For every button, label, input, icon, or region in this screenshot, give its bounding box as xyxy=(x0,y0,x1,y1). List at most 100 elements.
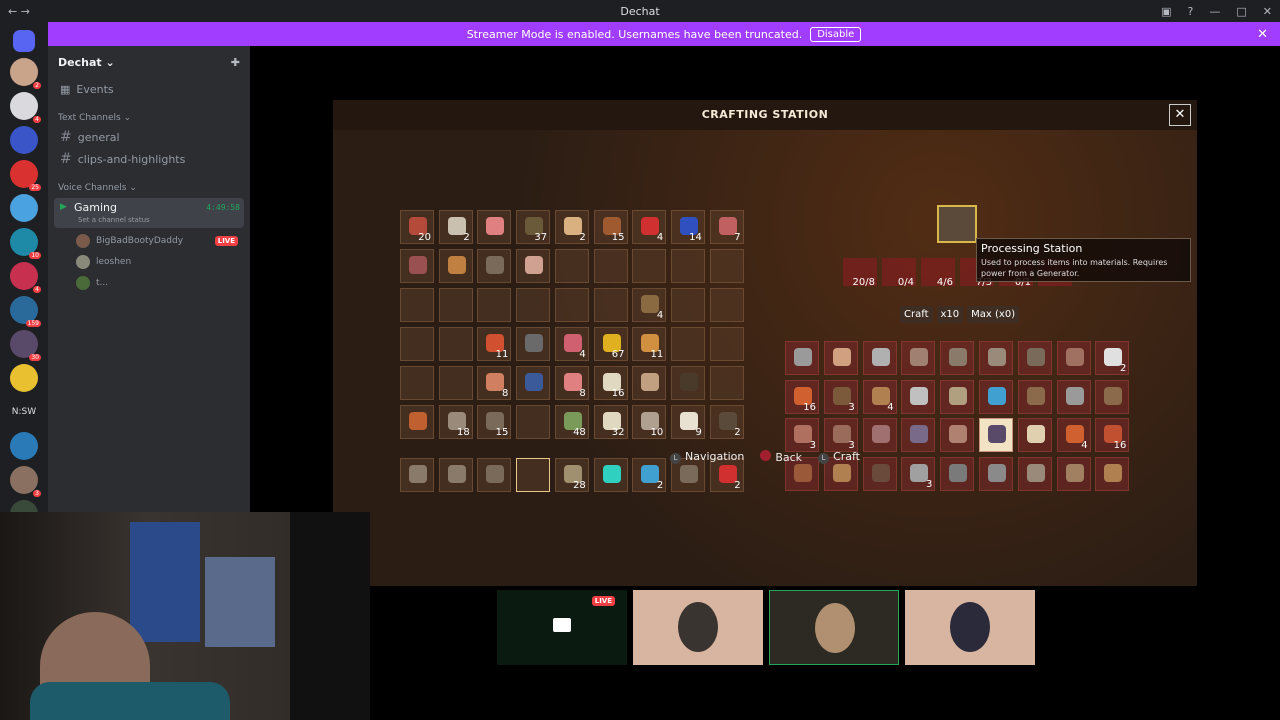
recipe-slot[interactable] xyxy=(1017,379,1052,414)
inventory-slot[interactable] xyxy=(438,249,473,283)
recipe-slot[interactable] xyxy=(823,341,858,375)
recipe-slot[interactable] xyxy=(1017,418,1052,452)
disable-streamer-button[interactable]: Disable xyxy=(810,26,862,42)
inventory-slot[interactable] xyxy=(438,366,473,400)
recipe-slot[interactable] xyxy=(1095,379,1130,414)
craft-max-button[interactable]: Max (x0) xyxy=(967,306,1020,323)
server-icon[interactable]: 2 xyxy=(10,58,41,89)
recipe-slot[interactable] xyxy=(940,379,975,414)
inventory-slot[interactable]: 10 xyxy=(632,405,667,439)
inventory-slot[interactable] xyxy=(477,249,512,283)
channel-clips-and-highlights[interactable]: # clips-and-highlights xyxy=(48,148,250,170)
recipe-slot[interactable]: 2 xyxy=(1095,341,1130,375)
category-voice-channels[interactable]: Voice Channels ⌄ xyxy=(48,180,250,196)
server-icon[interactable] xyxy=(10,432,38,460)
inventory-slot[interactable] xyxy=(516,327,551,361)
recipe-slot-highlighted[interactable] xyxy=(979,418,1013,452)
server-icon-text[interactable]: N:SW xyxy=(10,398,38,426)
inbox-icon[interactable]: ▣ xyxy=(1161,5,1171,18)
close-icon[interactable]: ✕ xyxy=(1169,104,1191,126)
recipe-slot[interactable] xyxy=(901,341,936,375)
inventory-slot[interactable]: 48 xyxy=(554,405,589,439)
inventory-slot[interactable] xyxy=(400,327,434,361)
inventory-slot[interactable]: 9 xyxy=(670,405,705,439)
recipe-slot[interactable] xyxy=(979,379,1013,414)
voice-member[interactable]: t... xyxy=(48,272,250,293)
inventory-slot[interactable] xyxy=(400,366,434,400)
inventory-slot[interactable] xyxy=(438,288,473,322)
craft-x10-button[interactable]: x10 xyxy=(936,306,964,323)
inventory-slot[interactable] xyxy=(632,249,667,283)
inventory-slot[interactable] xyxy=(632,366,667,400)
recipe-slot[interactable] xyxy=(1056,379,1091,414)
server-icon[interactable]: 4 xyxy=(10,92,41,123)
inventory-slot[interactable] xyxy=(477,210,512,244)
inventory-slot[interactable] xyxy=(709,327,744,361)
server-icon[interactable]: 3 xyxy=(10,466,41,497)
inventory-slot[interactable] xyxy=(670,249,705,283)
server-icon[interactable]: 159 xyxy=(10,296,41,327)
events-item[interactable]: ▦ Events xyxy=(48,78,250,100)
inventory-slot[interactable] xyxy=(670,366,705,400)
server-icon[interactable]: 10 xyxy=(10,228,41,259)
inventory-slot[interactable] xyxy=(516,249,551,283)
inventory-slot[interactable] xyxy=(477,288,512,322)
inventory-slot[interactable] xyxy=(438,327,473,361)
inventory-slot[interactable]: 14 xyxy=(670,210,705,244)
inventory-slot[interactable] xyxy=(516,366,551,400)
inventory-slot[interactable] xyxy=(670,327,705,361)
banner-close-icon[interactable]: ✕ xyxy=(1257,27,1268,42)
recipe-slot[interactable]: 4 xyxy=(1056,418,1091,452)
inventory-slot[interactable] xyxy=(554,288,589,322)
recipe-slot[interactable] xyxy=(1056,341,1091,375)
inventory-slot[interactable]: 11 xyxy=(477,327,512,361)
recipe-slot[interactable] xyxy=(979,341,1013,375)
inventory-slot[interactable] xyxy=(670,288,705,322)
recipe-slot[interactable] xyxy=(901,418,936,452)
recipe-slot[interactable] xyxy=(940,341,975,375)
recipe-slot[interactable] xyxy=(862,341,897,375)
inventory-slot[interactable]: 15 xyxy=(593,210,628,244)
inventory-slot[interactable] xyxy=(400,288,434,322)
craft-button[interactable]: Craft xyxy=(900,306,933,323)
participant-tile[interactable] xyxy=(633,590,763,665)
maximize-icon[interactable]: □ xyxy=(1236,5,1246,18)
home-icon[interactable] xyxy=(13,30,35,52)
server-icon[interactable] xyxy=(10,364,38,392)
channel-general[interactable]: # general xyxy=(48,126,250,148)
inventory-slot[interactable] xyxy=(593,249,628,283)
server-header[interactable]: Dechat ⌄ ✚ xyxy=(48,46,250,78)
server-icon[interactable] xyxy=(10,194,38,222)
inventory-slot[interactable] xyxy=(593,288,628,322)
participant-tile-speaking[interactable] xyxy=(769,590,899,665)
recipe-slot[interactable]: 16 xyxy=(785,379,819,414)
inventory-slot[interactable]: 67 xyxy=(593,327,628,361)
minimize-icon[interactable]: — xyxy=(1209,5,1220,18)
inventory-slot[interactable] xyxy=(709,249,744,283)
game-stream[interactable]: CRAFTING STATION ✕ 20 2 37 2 15 4 14 7 4 11 4 67 11 8… xyxy=(333,100,1197,586)
inventory-slot[interactable]: 15 xyxy=(477,405,512,439)
recipe-slot[interactable]: 4 xyxy=(862,379,897,414)
inventory-slot[interactable] xyxy=(554,249,589,283)
invite-user-icon[interactable]: ✚ xyxy=(231,56,240,69)
inventory-slot[interactable]: 2 xyxy=(709,405,744,439)
inventory-slot[interactable]: 4 xyxy=(554,327,589,361)
inventory-slot[interactable]: 8 xyxy=(477,366,512,400)
inventory-slot[interactable] xyxy=(709,366,744,400)
inventory-slot[interactable] xyxy=(516,288,551,322)
recipe-slot[interactable]: 3 xyxy=(823,379,858,414)
inventory-slot[interactable]: 8 xyxy=(554,366,589,400)
server-icon[interactable]: 30 xyxy=(10,330,41,361)
inventory-slot[interactable]: 11 xyxy=(632,327,667,361)
inventory-slot[interactable]: 2 xyxy=(438,210,473,244)
recipe-slot[interactable]: 3 xyxy=(785,418,819,452)
server-icon[interactable]: 25 xyxy=(10,160,41,191)
recipe-slot[interactable]: 16 xyxy=(1095,418,1130,452)
server-icon[interactable] xyxy=(10,126,38,154)
inventory-slot[interactable] xyxy=(709,288,744,322)
inventory-slot[interactable] xyxy=(516,405,551,439)
voice-channel-status[interactable]: Set a channel status xyxy=(78,216,150,224)
participant-tile[interactable] xyxy=(905,590,1035,665)
inventory-slot[interactable]: 2 xyxy=(554,210,589,244)
voice-channel-gaming[interactable]: ▶ Gaming Set a channel status 4:49:58 xyxy=(54,198,244,228)
